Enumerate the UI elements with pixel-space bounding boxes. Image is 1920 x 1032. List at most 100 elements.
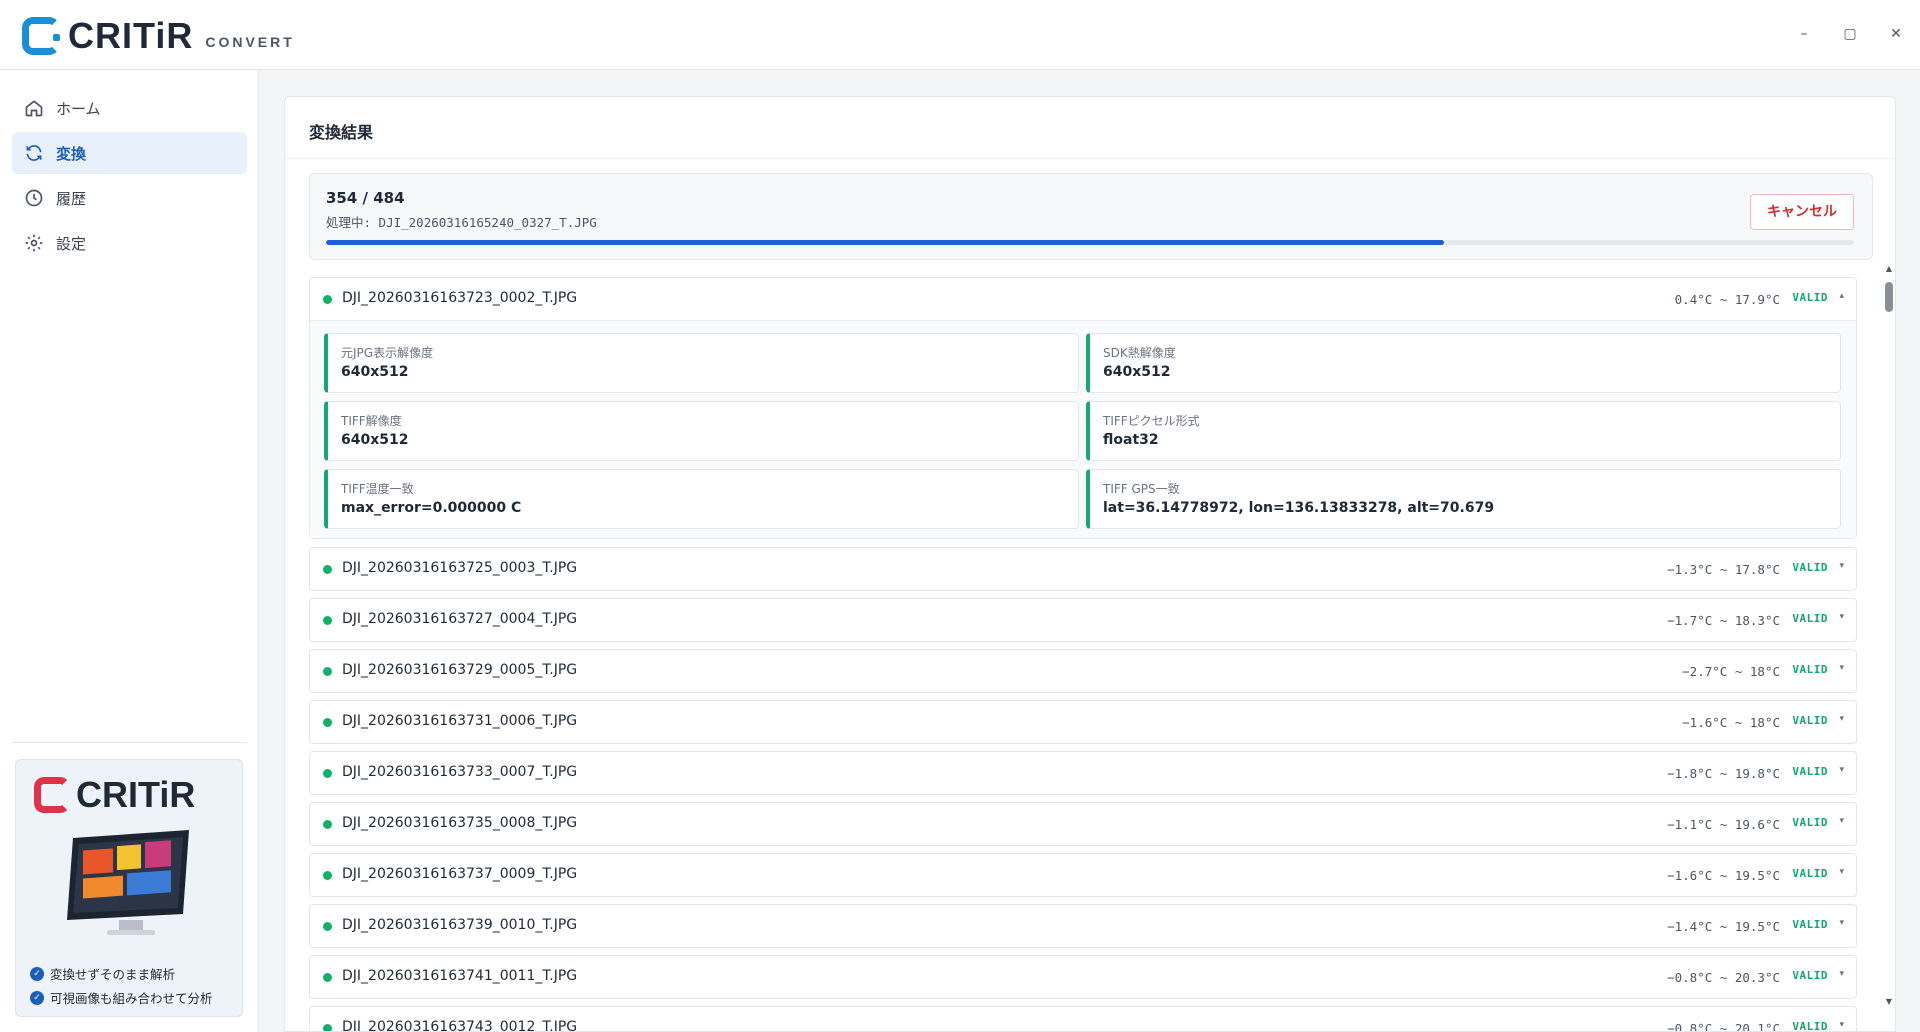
sidebar-item-settings[interactable]: 設定	[12, 222, 247, 264]
chevron-down-icon[interactable]: ▾	[1839, 561, 1844, 571]
page-title: 変換結果	[309, 123, 374, 142]
progress-count: 354 / 484	[326, 189, 405, 207]
sidebar-item-history[interactable]: 履歴	[12, 177, 247, 219]
status-dot-icon	[323, 973, 332, 982]
results-list: DJI_20260316163723_0002_T.JPG 0.4°C ~ 17.…	[309, 277, 1857, 1032]
promo-logo-icon	[34, 777, 70, 813]
result-item[interactable]: DJI_20260316163723_0002_T.JPG 0.4°C ~ 17.…	[309, 277, 1857, 539]
result-item-header[interactable]: DJI_20260316163737_0009_T.JPG −1.6°C ~ 19…	[310, 854, 1856, 898]
detail-field: SDK熱解像度 640x512	[1086, 333, 1841, 393]
result-item-header[interactable]: DJI_20260316163731_0006_T.JPG −1.6°C ~ 18…	[310, 701, 1856, 745]
sidebar-item-home[interactable]: ホーム	[12, 87, 247, 129]
maximize-button[interactable]: ▢	[1840, 24, 1860, 44]
result-item[interactable]: DJI_20260316163729_0005_T.JPG −2.7°C ~ 18…	[309, 649, 1857, 693]
sidebar-item-convert[interactable]: 変換	[12, 132, 247, 174]
detail-field: TIFF GPS一致 lat=36.14778972, lon=136.13833…	[1086, 469, 1841, 529]
clock-icon	[25, 189, 43, 207]
status-badge: VALID	[1792, 918, 1828, 931]
result-item[interactable]: DJI_20260316163737_0009_T.JPG −1.6°C ~ 19…	[309, 853, 1857, 897]
sidebar-item-label: 変換	[56, 144, 87, 163]
chevron-down-icon[interactable]: ▾	[1839, 918, 1844, 928]
sidebar-item-label: 設定	[56, 234, 87, 253]
chevron-down-icon[interactable]: ▾	[1839, 612, 1844, 622]
detail-field: TIFFピクセル形式 float32	[1086, 401, 1841, 461]
detail-label: TIFF GPS一致	[1103, 482, 1180, 496]
minimize-button[interactable]: –	[1794, 24, 1814, 44]
status-dot-icon	[323, 565, 332, 574]
app-name: CRITiR	[68, 15, 194, 56]
temperature-range: −1.1°C ~ 19.6°C	[1667, 817, 1780, 832]
detail-label: SDK熱解像度	[1103, 346, 1176, 360]
result-item-header[interactable]: DJI_20260316163729_0005_T.JPG −2.7°C ~ 18…	[310, 650, 1856, 694]
chevron-down-icon[interactable]: ▾	[1839, 816, 1844, 826]
chevron-up-icon[interactable]: ▴	[1839, 291, 1844, 301]
scroll-down-icon[interactable]: ▼	[1884, 997, 1894, 1006]
result-item-header[interactable]: DJI_20260316163725_0003_T.JPG −1.3°C ~ 17…	[310, 548, 1856, 592]
result-item[interactable]: DJI_20260316163743_0012_T.JPG −0.8°C ~ 20…	[309, 1006, 1857, 1032]
detail-label: TIFF温度一致	[341, 482, 414, 496]
check-icon: ✓	[30, 990, 44, 1005]
result-filename: DJI_20260316163733_0007_T.JPG	[342, 764, 578, 780]
chevron-down-icon[interactable]: ▾	[1839, 1020, 1844, 1030]
result-filename: DJI_20260316163729_0005_T.JPG	[342, 662, 578, 678]
detail-value: max_error=0.000000 C	[341, 500, 522, 516]
chevron-down-icon[interactable]: ▾	[1839, 765, 1844, 775]
cancel-button[interactable]: キャンセル	[1750, 194, 1854, 230]
chevron-down-icon[interactable]: ▾	[1839, 663, 1844, 673]
detail-label: TIFFピクセル形式	[1103, 414, 1200, 428]
promo-brand-name: CRITiR	[76, 774, 196, 815]
result-item[interactable]: DJI_20260316163739_0010_T.JPG −1.4°C ~ 19…	[309, 904, 1857, 948]
result-item-header[interactable]: DJI_20260316163733_0007_T.JPG −1.8°C ~ 19…	[310, 752, 1856, 796]
status-badge: VALID	[1792, 561, 1828, 574]
chevron-down-icon[interactable]: ▾	[1839, 714, 1844, 724]
detail-value: 640x512	[1103, 364, 1171, 380]
result-item-header[interactable]: DJI_20260316163741_0011_T.JPG −0.8°C ~ 20…	[310, 956, 1856, 1000]
result-item[interactable]: DJI_20260316163727_0004_T.JPG −1.7°C ~ 18…	[309, 598, 1857, 642]
result-filename: DJI_20260316163727_0004_T.JPG	[342, 611, 578, 627]
title-divider	[285, 158, 1895, 159]
results-scrollbar[interactable]: ▲ ▼	[1882, 264, 1896, 1006]
app-subtitle: CONVERT	[205, 34, 295, 50]
sidebar-item-label: 履歴	[56, 189, 87, 208]
result-item-header[interactable]: DJI_20260316163739_0010_T.JPG −1.4°C ~ 19…	[310, 905, 1856, 949]
scroll-up-icon[interactable]: ▲	[1884, 264, 1894, 273]
chevron-down-icon[interactable]: ▾	[1839, 969, 1844, 979]
detail-field: TIFF温度一致 max_error=0.000000 C	[324, 469, 1079, 529]
chevron-down-icon[interactable]: ▾	[1839, 867, 1844, 877]
temperature-range: −1.3°C ~ 17.8°C	[1667, 562, 1780, 577]
result-filename: DJI_20260316163731_0006_T.JPG	[342, 713, 578, 729]
logo-icon	[22, 17, 60, 55]
result-item[interactable]: DJI_20260316163735_0008_T.JPG −1.1°C ~ 19…	[309, 802, 1857, 846]
temperature-range: −1.6°C ~ 18°C	[1682, 715, 1780, 730]
temperature-range: −2.7°C ~ 18°C	[1682, 664, 1780, 679]
temperature-range: −1.6°C ~ 19.5°C	[1667, 868, 1780, 883]
result-item-header[interactable]: DJI_20260316163743_0012_T.JPG −0.8°C ~ 20…	[310, 1007, 1856, 1032]
results-card: 変換結果 354 / 484 処理中: DJI_20260316165240_0…	[284, 96, 1896, 1032]
sidebar: ホーム 変換 履歴 設定 CRITiR ✓ 変換せずそのまま解析 ✓ 可視画像も…	[0, 71, 259, 1032]
result-filename: DJI_20260316163725_0003_T.JPG	[342, 560, 578, 576]
status-dot-icon	[323, 718, 332, 727]
promo-check-2: ✓ 可視画像も組み合わせて分析	[30, 988, 213, 1007]
result-filename: DJI_20260316163743_0012_T.JPG	[342, 1019, 578, 1032]
result-item-header[interactable]: DJI_20260316163727_0004_T.JPG −1.7°C ~ 18…	[310, 599, 1856, 643]
scroll-thumb[interactable]	[1885, 282, 1893, 312]
status-badge: VALID	[1792, 969, 1828, 982]
result-item[interactable]: DJI_20260316163731_0006_T.JPG −1.6°C ~ 18…	[309, 700, 1857, 744]
result-item-header[interactable]: DJI_20260316163735_0008_T.JPG −1.1°C ~ 19…	[310, 803, 1856, 847]
result-item[interactable]: DJI_20260316163733_0007_T.JPG −1.8°C ~ 19…	[309, 751, 1857, 795]
result-item[interactable]: DJI_20260316163725_0003_T.JPG −1.3°C ~ 17…	[309, 547, 1857, 591]
result-item-header[interactable]: DJI_20260316163723_0002_T.JPG 0.4°C ~ 17.…	[310, 278, 1856, 322]
result-details: 元JPG表示解像度 640x512 SDK熱解像度 640x512 TIFF解像度 640…	[310, 320, 1856, 538]
home-icon	[25, 100, 43, 117]
monitor-illustration	[67, 830, 189, 935]
promo-banner[interactable]: CRITiR ✓ 変換せずそのまま解析 ✓ 可視画像も組み合わせて分析	[15, 759, 243, 1017]
detail-field: TIFF解像度 640x512	[324, 401, 1079, 461]
temperature-range: −1.7°C ~ 18.3°C	[1667, 613, 1780, 628]
result-item[interactable]: DJI_20260316163741_0011_T.JPG −0.8°C ~ 20…	[309, 955, 1857, 999]
temperature-range: −0.8°C ~ 20.1°C	[1667, 1021, 1780, 1032]
status-badge: VALID	[1792, 867, 1828, 880]
close-button[interactable]: ✕	[1886, 24, 1906, 44]
status-dot-icon	[323, 616, 332, 625]
promo-logo: CRITiR	[34, 774, 195, 816]
sidebar-item-label: ホーム	[56, 99, 101, 118]
